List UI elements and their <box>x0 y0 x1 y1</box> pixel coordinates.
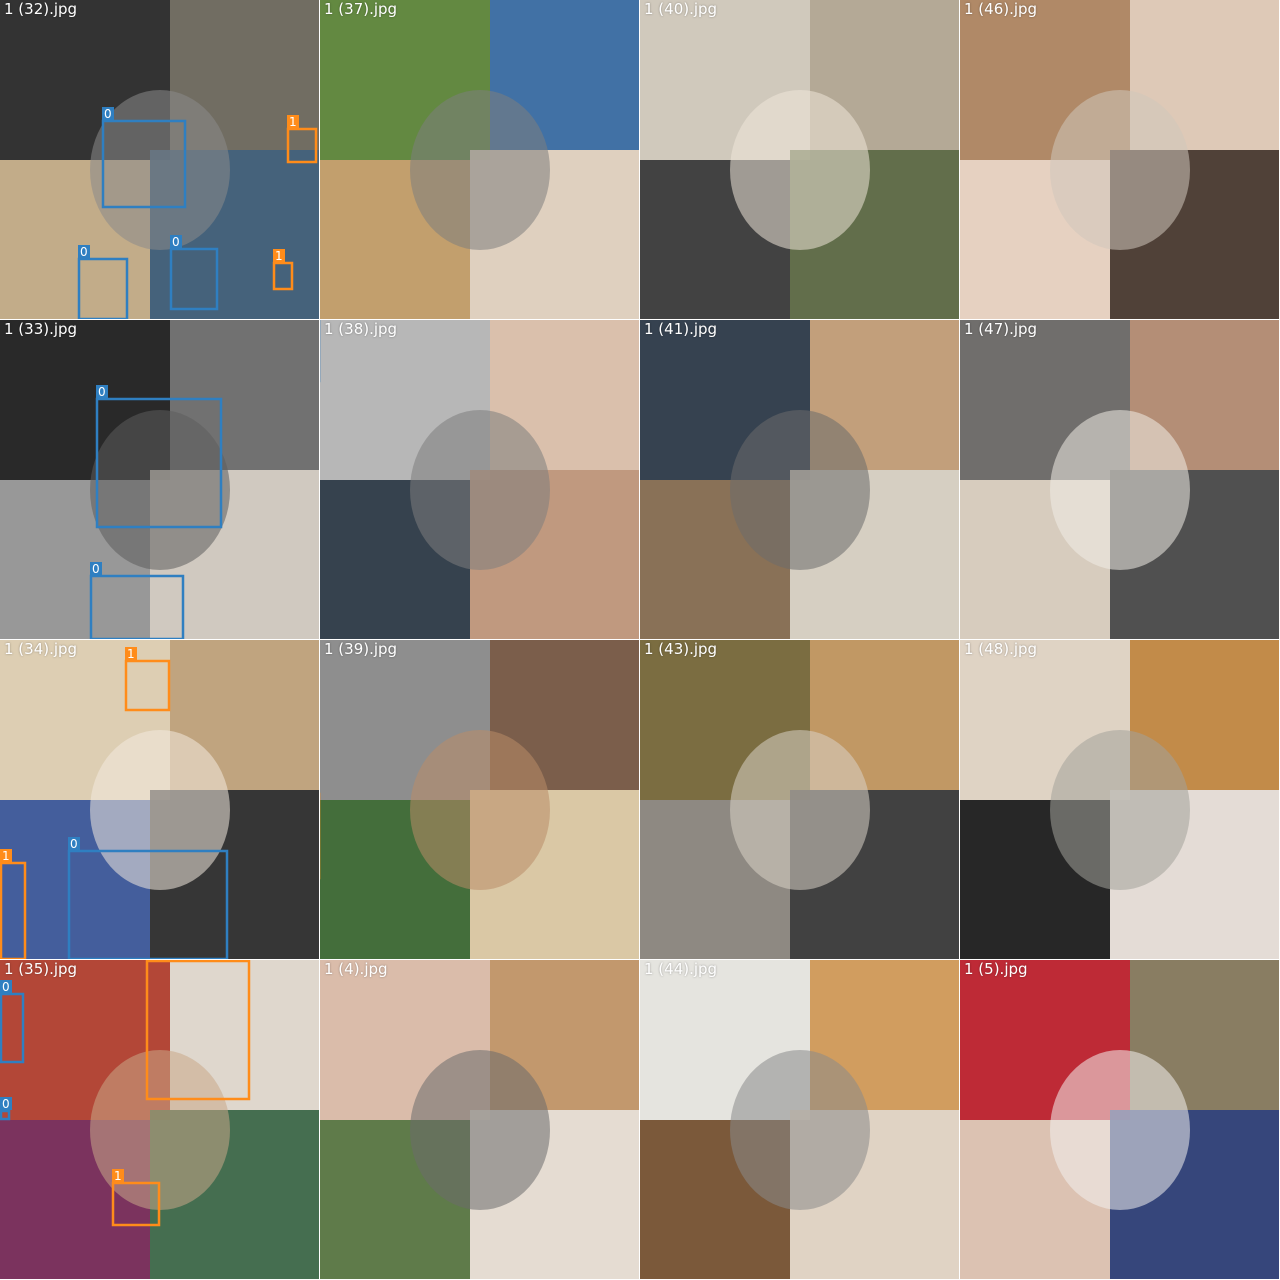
class-label-text: 1 <box>148 960 156 961</box>
tile-filename: 1 (41).jpg <box>644 320 718 338</box>
tile-filename: 1 (46).jpg <box>964 0 1038 18</box>
tile-photo: 00 <box>0 320 319 639</box>
mosaic-tile: 01101 (41).jpg <box>640 320 960 640</box>
tile-photo: 1101 <box>320 0 639 319</box>
mosaic-tile: 001 (33).jpg <box>0 320 320 640</box>
class-label-text: 1 <box>2 849 10 863</box>
class-label-text: 0 <box>2 1097 10 1111</box>
photo-subject <box>1050 410 1190 570</box>
mosaic-tile: 1 0 1 1 (34).jpg <box>0 640 320 960</box>
tile-photo: 110100 <box>960 640 1279 959</box>
tile-photo: 001 <box>960 960 1279 1279</box>
tile-photo: 000 <box>960 0 1279 319</box>
tile-filename: 1 (5).jpg <box>964 960 1028 978</box>
mosaic-tile: 0001 (46).jpg <box>960 0 1280 320</box>
class-label-text: 1 <box>127 647 135 661</box>
tile-filename: 1 (43).jpg <box>644 640 718 658</box>
class-label-text: 0 <box>2 980 10 994</box>
tile-filename: 1 (33).jpg <box>4 320 78 338</box>
tile-filename: 1 (47).jpg <box>964 320 1038 338</box>
photo-subject <box>730 1050 870 1210</box>
class-label-text: 0 <box>92 562 100 576</box>
mosaic-tile: 00001 (38).jpg <box>320 320 640 640</box>
class-label-text: 0 <box>80 245 88 259</box>
tile-filename: 1 (39).jpg <box>324 640 398 658</box>
mosaic-tile: 1101 (39).jpg <box>320 640 640 960</box>
class-label-text: 0 <box>172 235 180 249</box>
tile-filename: 1 (34).jpg <box>4 640 78 658</box>
tile-photo: 0000 <box>320 320 639 639</box>
mosaic-tile: 111 (40).jpg <box>640 0 960 320</box>
tile-photo: 011 <box>960 320 1279 639</box>
tile-photo: 0110 <box>640 320 959 639</box>
photo-subject <box>410 90 550 250</box>
class-label-text: 0 <box>98 385 106 399</box>
tile-photo: 0 1 0 0 1 <box>0 0 319 319</box>
photo-subject <box>410 410 550 570</box>
mosaic-tile: 1101001 (48).jpg <box>960 640 1280 960</box>
mosaic-tile: 1101 (43).jpg <box>640 640 960 960</box>
tile-filename: 1 (32).jpg <box>4 0 78 18</box>
tile-filename: 1 (37).jpg <box>324 0 398 18</box>
class-label-text: 1 <box>114 1169 122 1183</box>
tile-filename: 1 (40).jpg <box>644 0 718 18</box>
class-label-text: 1 <box>289 115 297 129</box>
tile-photo: 110 <box>320 640 639 959</box>
photo-subject <box>1050 1050 1190 1210</box>
photo-subject <box>730 90 870 250</box>
photo-subject <box>1050 730 1190 890</box>
mosaic-tile: 0 1 0 0 1 1 (32).jpg <box>0 0 320 320</box>
tile-photo: 01 <box>320 960 639 1279</box>
tile-filename: 1 (4).jpg <box>324 960 388 978</box>
mosaic-tile: 1 0 0 1 1 (35).jpg <box>0 960 320 1280</box>
tile-filename: 1 (48).jpg <box>964 640 1038 658</box>
photo-subject <box>730 730 870 890</box>
tile-filename: 1 (44).jpg <box>644 960 718 978</box>
tile-photo: 11 <box>640 0 959 319</box>
tile-filename: 1 (38).jpg <box>324 320 398 338</box>
mosaic-tile: 0111 (47).jpg <box>960 320 1280 640</box>
photo-subject <box>730 410 870 570</box>
tile-filename: 1 (35).jpg <box>4 960 78 978</box>
mosaic-tile: 0011 (5).jpg <box>960 960 1280 1280</box>
photo-subject <box>410 1050 550 1210</box>
photo-subject <box>90 730 230 890</box>
photo-subject <box>90 410 230 570</box>
tile-photo: 01 <box>640 960 959 1279</box>
mosaic-tile: 011 (4).jpg <box>320 960 640 1280</box>
photo-subject <box>410 730 550 890</box>
mosaic-tile: 11011 (37).jpg <box>320 0 640 320</box>
mosaic-grid: 010011 (32).jpg11011 (37).jpg111 (40).jp… <box>0 0 1280 1280</box>
photo-subject <box>1050 90 1190 250</box>
mosaic-tile: 011 (44).jpg <box>640 960 960 1280</box>
tile-photo: 1 0 0 1 <box>0 960 319 1279</box>
class-label-text: 0 <box>70 837 78 851</box>
tile-photo: 110 <box>640 640 959 959</box>
class-label-text: 1 <box>275 249 283 263</box>
class-label-text: 0 <box>104 107 112 121</box>
tile-photo: 1 0 1 <box>0 640 319 959</box>
